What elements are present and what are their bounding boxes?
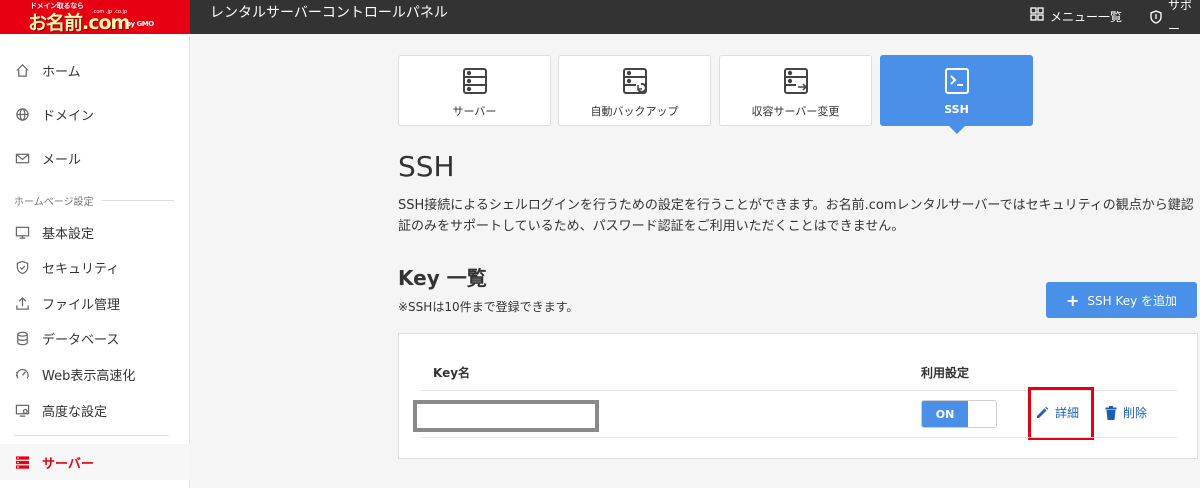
sidebar-item-server[interactable]: サーバー: [0, 444, 190, 480]
globe-icon: [14, 106, 30, 122]
sidebar: ホーム ドメイン メール ホームページ設定 基本設定 セキュリティ ファイル管理: [0, 34, 190, 488]
tab-server[interactable]: サーバー: [398, 55, 551, 126]
home-icon: [14, 62, 30, 78]
detail-label: 詳細: [1055, 406, 1080, 420]
tab-ssh[interactable]: SSH: [880, 55, 1033, 134]
sidebar-item-security[interactable]: セキュリティ: [0, 249, 190, 285]
top-bar: ドメイン取るなら お名前.com .com .jp .co.jp by GMO …: [0, 0, 1200, 36]
sidebar-item-web-speedup[interactable]: Web表示高速化: [0, 356, 190, 392]
column-header-key-name: Key名: [433, 366, 471, 380]
sidebar-item-file-manager[interactable]: ファイル管理: [0, 285, 190, 321]
advanced-icon: [14, 402, 30, 418]
page-description: SSH接続によるシェルログインを行うための設定を行うことができます。お名前.co…: [398, 198, 1194, 234]
key-detail-button[interactable]: 詳細: [1035, 404, 1079, 421]
grid-icon: [1030, 5, 1044, 29]
sidebar-divider: [14, 435, 169, 436]
menu-list-label: メニュー一覧: [1050, 10, 1123, 24]
section-divider: [101, 200, 174, 201]
sidebar-item-label: 基本設定: [42, 226, 95, 242]
sidebar-item-label: サーバー: [42, 456, 94, 472]
toggle-on-label: ON: [922, 401, 968, 427]
column-header-status: 利用設定: [921, 366, 970, 380]
sidebar-item-mail[interactable]: メール: [0, 140, 190, 176]
sidebar-section-label: ホームページ設定: [14, 197, 94, 208]
server-transfer-icon: [783, 67, 809, 95]
shield-support-icon: [1150, 10, 1162, 24]
server-icon: [462, 67, 488, 95]
sidebar-item-advanced-settings[interactable]: 高度な設定: [0, 392, 190, 428]
key-table: Key名 利用設定 ON 詳細 削除: [398, 333, 1198, 459]
key-delete-button[interactable]: 削除: [1105, 404, 1147, 421]
sidebar-item-label: セキュリティ: [42, 261, 120, 277]
sidebar-item-label: ドメイン: [42, 108, 95, 124]
upload-icon: [14, 295, 30, 311]
tab-server-transfer[interactable]: 収容サーバー変更: [719, 55, 872, 126]
sidebar-item-label: Web表示高速化: [42, 368, 136, 384]
sidebar-item-database[interactable]: データベース: [0, 320, 190, 356]
sidebar-item-label: ファイル管理: [42, 297, 121, 313]
logo-gmo: by GMO: [126, 20, 154, 28]
tab-label: 収容サーバー変更: [751, 105, 840, 118]
server-icon: [14, 454, 30, 470]
page-title: SSH: [398, 150, 455, 183]
shield-icon: [14, 259, 30, 275]
plus-icon: +: [1065, 290, 1080, 310]
app-title: レンタルサーバーコントロールパネル: [210, 5, 448, 21]
menu-list-button[interactable]: メニュー一覧: [1030, 0, 1122, 34]
sidebar-item-domain[interactable]: ドメイン: [0, 96, 190, 132]
add-ssh-key-button[interactable]: + SSH Key を追加: [1046, 282, 1197, 318]
sidebar-section-homepage: ホームページ設定: [14, 193, 174, 208]
sidebar-item-label: ホーム: [42, 64, 81, 80]
key-name-cell: [413, 400, 599, 432]
tab-auto-backup[interactable]: 自動バックアップ: [558, 55, 711, 126]
tab-label: 自動バックアップ: [590, 105, 679, 118]
pencil-icon: [1035, 406, 1049, 420]
toggle-knob: [968, 401, 996, 427]
sidebar-item-home[interactable]: ホーム: [0, 52, 190, 88]
tab-label: SSH: [944, 103, 969, 116]
terminal-icon: [944, 67, 970, 95]
sidebar-item-label: 高度な設定: [42, 404, 108, 420]
sidebar-item-label: メール: [42, 152, 82, 168]
key-limit-note: ※SSHは10件まで登録できます。: [398, 300, 579, 314]
delete-label: 削除: [1123, 406, 1148, 420]
add-ssh-key-label: SSH Key を追加: [1087, 293, 1178, 308]
sidebar-item-label: データベース: [42, 332, 120, 348]
key-list-title: Key 一覧: [398, 266, 487, 290]
logo-domain-ext: .com .jp .co.jp: [92, 9, 128, 15]
mail-icon: [14, 150, 30, 166]
monitor-icon: [14, 224, 30, 240]
database-icon: [14, 330, 30, 346]
key-enable-toggle[interactable]: ON: [921, 400, 997, 428]
support-label: サポー: [1168, 0, 1193, 36]
table-row-divider: [421, 437, 1177, 438]
trash-icon: [1105, 405, 1117, 420]
support-button[interactable]: サポー: [1150, 0, 1200, 36]
brand-logo[interactable]: ドメイン取るなら お名前.com .com .jp .co.jp by GMO: [0, 0, 190, 34]
tab-label: サーバー: [452, 105, 497, 118]
speed-icon: [14, 366, 30, 382]
sidebar-item-basic-settings[interactable]: 基本設定: [0, 214, 190, 250]
backup-icon: [622, 67, 648, 95]
